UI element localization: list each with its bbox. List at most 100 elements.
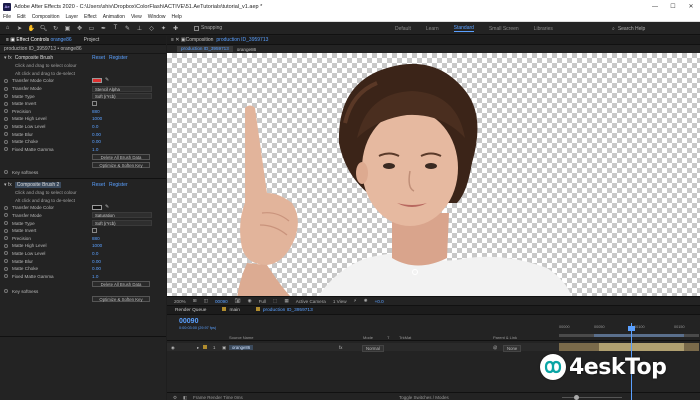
- fast-preview-icon[interactable]: ⚡︎: [354, 298, 357, 304]
- col-parent[interactable]: Parent & Link: [493, 335, 517, 340]
- type-tool-icon[interactable]: T: [111, 24, 120, 33]
- property-value[interactable]: 880: [92, 109, 100, 114]
- workspace-libraries[interactable]: Libraries: [534, 26, 553, 32]
- fx-switch-icon[interactable]: fx: [339, 345, 342, 350]
- property-value[interactable]: 1.0: [92, 147, 98, 152]
- property-dropdown[interactable]: Stencil Alpha: [92, 85, 152, 92]
- property-checkbox[interactable]: [92, 228, 97, 234]
- resolution-dropdown[interactable]: Full: [259, 299, 266, 304]
- brush-tool-icon[interactable]: ✎: [123, 24, 132, 33]
- work-area-bar[interactable]: [559, 334, 699, 337]
- register-link[interactable]: Register: [109, 182, 128, 188]
- tab-main[interactable]: main: [214, 307, 247, 313]
- composition-tab[interactable]: ≡ ✕ ▣ Composition production ID_3959713: [167, 36, 700, 45]
- transparency-grid-icon[interactable]: ▦: [284, 298, 288, 304]
- property-checkbox[interactable]: [92, 101, 97, 107]
- zoom-slider-knob[interactable]: [574, 395, 579, 400]
- reset-link[interactable]: Reset: [92, 55, 105, 61]
- stopwatch-icon[interactable]: [4, 236, 8, 241]
- minimize-button[interactable]: —: [646, 0, 664, 13]
- label-color-icon[interactable]: [203, 345, 207, 349]
- rotate-tool-icon[interactable]: ↻: [51, 24, 60, 33]
- property-dropdown[interactable]: Soft (rYcb): [92, 220, 152, 227]
- breadcrumb-layer[interactable]: orange86: [237, 47, 256, 52]
- menu-edit[interactable]: Edit: [17, 14, 26, 20]
- stopwatch-icon[interactable]: [4, 139, 8, 144]
- home-icon[interactable]: ⌂: [3, 24, 12, 33]
- property-value[interactable]: 880: [92, 236, 100, 241]
- work-area-range[interactable]: [594, 334, 684, 337]
- layer-name[interactable]: orange86: [229, 344, 254, 350]
- property-value[interactable]: 1000: [92, 243, 102, 248]
- workspace-standard[interactable]: Standard: [453, 25, 474, 32]
- effect-composite-brush[interactable]: ▾ fx Composite Brush Reset Register: [0, 54, 166, 62]
- action-button[interactable]: Optimize & Soften Key: [92, 296, 150, 303]
- action-button[interactable]: Optimize & Soften Key: [92, 161, 150, 168]
- pen-tool-icon[interactable]: ✒: [99, 24, 108, 33]
- action-button[interactable]: Delete All Brush Data: [92, 153, 150, 160]
- stopwatch-icon[interactable]: [4, 132, 8, 137]
- stopwatch-icon[interactable]: [4, 289, 8, 294]
- tab-effect-controls[interactable]: ≡ ▣ Effect Controls orange86: [0, 37, 78, 43]
- workspace-learn[interactable]: Learn: [426, 26, 439, 32]
- close-button[interactable]: ✕: [682, 0, 700, 13]
- property-dropdown[interactable]: Soft (rYcb): [92, 93, 152, 100]
- eraser-tool-icon[interactable]: ◇: [147, 24, 156, 33]
- effect-composite-brush-2[interactable]: ▾ fx Composite Brush 2 Reset Register: [0, 181, 166, 189]
- grid-icon[interactable]: ⊞: [193, 298, 197, 304]
- col-mode[interactable]: Mode: [363, 335, 373, 340]
- stopwatch-icon[interactable]: [4, 170, 8, 175]
- parent-dropdown[interactable]: None: [503, 344, 522, 352]
- stopwatch-icon[interactable]: [4, 147, 8, 152]
- pan-behind-tool-icon[interactable]: ✥: [75, 24, 84, 33]
- channel-icon[interactable]: ◉: [248, 298, 252, 304]
- menu-effect[interactable]: Effect: [84, 14, 97, 20]
- stopwatch-icon[interactable]: [4, 228, 8, 233]
- eyedropper-icon[interactable]: ✎: [105, 205, 110, 210]
- timeline-zoom-slider[interactable]: [562, 395, 622, 400]
- col-t[interactable]: T: [387, 335, 389, 340]
- color-swatch[interactable]: [92, 78, 102, 84]
- expand-icon[interactable]: ▾ fx: [4, 182, 12, 188]
- stopwatch-icon[interactable]: [4, 266, 8, 271]
- tab-render-queue[interactable]: Render Queue: [167, 308, 214, 313]
- property-value[interactable]: 1.0: [92, 274, 98, 279]
- parent-pickwhip-icon[interactable]: @: [493, 345, 497, 350]
- current-time-display[interactable]: 00090: [215, 299, 228, 304]
- eyedropper-icon[interactable]: ✎: [105, 78, 110, 83]
- stopwatch-icon[interactable]: [4, 101, 8, 106]
- property-value[interactable]: 0.00: [92, 259, 101, 264]
- tab-production-comp[interactable]: production ID_3959713: [248, 307, 321, 313]
- property-value[interactable]: 0.00: [92, 266, 101, 271]
- timeline-current-time[interactable]: 00090: [179, 318, 198, 325]
- expand-icon[interactable]: ▾ fx: [4, 55, 12, 61]
- property-value[interactable]: 0.00: [92, 139, 101, 144]
- workspace-small-screen[interactable]: Small Screen: [489, 26, 519, 32]
- puppet-pin-icon[interactable]: ✚: [171, 24, 180, 33]
- reset-link[interactable]: Reset: [92, 182, 105, 188]
- zoom-tool-icon[interactable]: 🔍︎: [39, 24, 48, 33]
- property-value[interactable]: 1000: [92, 116, 102, 121]
- mask-visibility-icon[interactable]: ◫: [204, 298, 208, 304]
- snapping-toggle[interactable]: Snapping: [194, 25, 222, 31]
- stopwatch-icon[interactable]: [4, 86, 8, 91]
- toggle-switches-modes[interactable]: Toggle Switches / Modes: [399, 395, 449, 400]
- roto-brush-icon[interactable]: ✦: [159, 24, 168, 33]
- property-value[interactable]: 0.0: [92, 251, 98, 256]
- stopwatch-icon[interactable]: [4, 116, 8, 121]
- property-dropdown[interactable]: Saturation: [92, 212, 152, 219]
- stopwatch-icon[interactable]: [4, 78, 8, 83]
- region-of-interest-icon[interactable]: ⬚: [273, 298, 277, 304]
- stopwatch-icon[interactable]: [4, 205, 8, 210]
- breadcrumb-active-comp[interactable]: production ID_3959713: [177, 46, 233, 52]
- blend-mode-dropdown[interactable]: Normal: [362, 344, 384, 352]
- search-help[interactable]: ⌕ Search Help: [612, 22, 645, 35]
- property-value[interactable]: 0.0: [92, 124, 98, 129]
- toggle-modes-icon[interactable]: ◧: [183, 395, 187, 400]
- toggle-switches-icon[interactable]: ⚙: [173, 395, 177, 400]
- menu-window[interactable]: Window: [148, 14, 166, 20]
- stopwatch-icon[interactable]: [4, 213, 8, 218]
- menu-view[interactable]: View: [131, 14, 142, 20]
- stopwatch-icon[interactable]: [4, 251, 8, 256]
- stopwatch-icon[interactable]: [4, 243, 8, 248]
